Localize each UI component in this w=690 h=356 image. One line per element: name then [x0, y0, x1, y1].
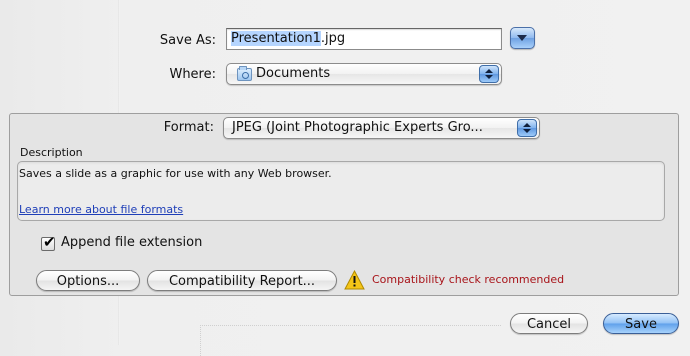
where-value: Documents: [256, 66, 331, 81]
format-popup[interactable]: JPEG (Joint Photographic Experts Gro...: [223, 117, 540, 139]
filename-selected-text: Presentation1: [231, 31, 321, 46]
warning-icon: [344, 270, 365, 290]
save-as-label: Save As:: [159, 33, 216, 48]
description-label: Description: [20, 146, 83, 159]
where-label: Where:: [169, 67, 216, 82]
cancel-button[interactable]: Cancel: [510, 313, 588, 334]
options-button[interactable]: Options...: [36, 270, 140, 291]
expand-browser-button[interactable]: [510, 27, 535, 49]
description-text: Saves a slide as a graphic for use with …: [19, 167, 332, 180]
where-popup[interactable]: Documents: [226, 63, 502, 85]
checkmark-icon: ✔: [43, 233, 56, 251]
format-value: JPEG (Joint Photographic Experts Gro...: [232, 120, 483, 135]
popup-stepper-icon: [517, 119, 537, 137]
compatibility-warning-text: Compatibility check recommended: [372, 273, 565, 286]
background-outline: [200, 325, 501, 356]
popup-stepper-icon: [479, 65, 499, 83]
file-formats-link[interactable]: Learn more about file formats: [19, 203, 183, 216]
compatibility-report-button[interactable]: Compatibility Report...: [147, 270, 337, 291]
append-extension-checkbox[interactable]: ✔: [41, 233, 56, 251]
filename-extension-text: .jpg: [320, 31, 346, 46]
append-extension-label[interactable]: Append file extension: [61, 235, 202, 250]
folder-icon: [237, 66, 252, 81]
chevron-down-icon: [517, 35, 527, 41]
filename-field[interactable]: Presentation1.jpg: [226, 28, 502, 50]
format-label: Format:: [163, 120, 214, 135]
save-button[interactable]: Save: [603, 313, 679, 334]
